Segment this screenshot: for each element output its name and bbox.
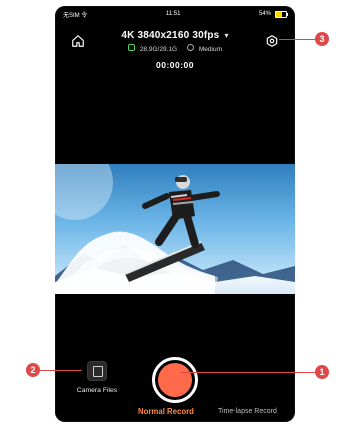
recording-timer: 00:00:00 (155, 60, 195, 70)
settings-icon (266, 35, 278, 47)
record-button[interactable] (152, 357, 198, 403)
storage-text: 28.9G/29.1G (139, 46, 178, 53)
status-bar: 无SIM 令 11:51 54% (55, 6, 295, 22)
quality-info: Medium (187, 44, 222, 53)
callout-badge-3: 3 (315, 32, 329, 46)
quality-text: Medium (198, 46, 222, 53)
status-time: 11:51 (165, 11, 181, 17)
battery-icon (275, 10, 288, 18)
callout-line-3 (279, 39, 317, 40)
camera-files-button[interactable]: Camera Files (71, 361, 123, 401)
tab-normal-record[interactable]: Normal Record (138, 407, 194, 416)
camera-app-screen: 无SIM 令 11:51 54% 4K 3840x2160 30fps ▾ 28… (55, 6, 295, 422)
status-left: 无SIM 令 (63, 10, 87, 19)
resolution-title: 4K 3840x2160 30fps (121, 30, 220, 41)
settings-button[interactable] (263, 32, 281, 50)
record-mode-tabs: Normal Record Time-lapse Record (55, 407, 295, 421)
camera-files-label: Camera Files (76, 387, 118, 394)
callout-badge-2: 2 (26, 363, 40, 377)
quality-icon (187, 44, 195, 51)
storage-icon (128, 44, 135, 51)
chevron-down-icon: ▾ (224, 31, 229, 40)
callout-line-1 (180, 372, 315, 373)
callout-badge-1: 1 (315, 365, 329, 379)
storage-info: 28.9G/29.1G (128, 44, 177, 53)
status-right: 54% (258, 10, 288, 18)
status-subline: 28.9G/29.1G Medium (55, 44, 295, 53)
record-dot (158, 363, 192, 397)
top-bar: 4K 3840x2160 30fps ▾ 28.9G/29.1G Medium (55, 24, 295, 64)
callout-line-2 (40, 370, 82, 371)
carrier-text: 无SIM 令 (63, 12, 88, 19)
camera-preview-image (55, 164, 295, 294)
camera-files-icon (87, 361, 107, 381)
resolution-selector[interactable]: 4K 3840x2160 30fps ▾ (55, 30, 295, 41)
status-center: 11:51 (166, 11, 181, 17)
snowboarder-photo (55, 164, 295, 294)
battery-percent: 54% (258, 11, 271, 17)
tab-timelapse-record[interactable]: Time-lapse Record (218, 408, 277, 415)
